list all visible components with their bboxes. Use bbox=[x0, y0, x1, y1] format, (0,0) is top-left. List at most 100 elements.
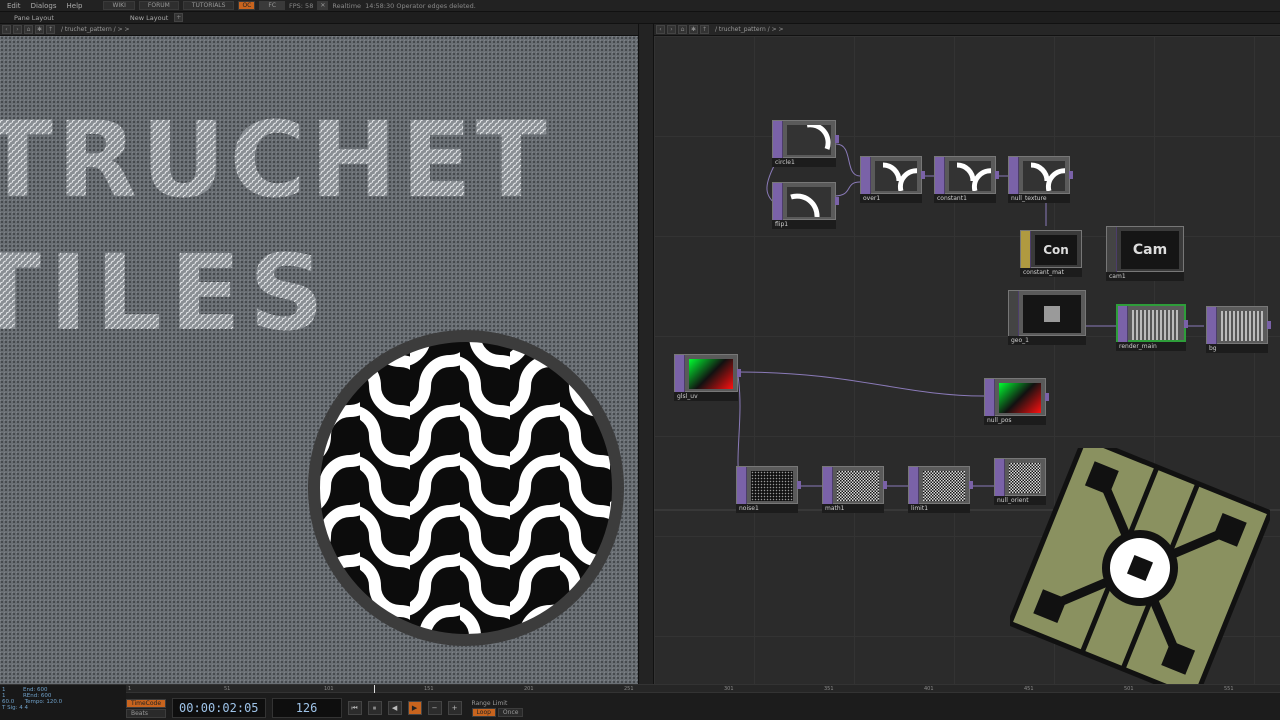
output-viewer[interactable]: TRUCHET TILES bbox=[0, 36, 638, 684]
oc-button[interactable]: OC bbox=[238, 1, 256, 10]
node-label: circle1 bbox=[772, 158, 836, 167]
realtime-label: Realtime bbox=[332, 1, 362, 10]
pane-divider[interactable] bbox=[638, 24, 654, 684]
timeline-info: 1 End: 600 1 REnd: 600 60.0 Tempo: 120.0… bbox=[0, 685, 126, 720]
playback-controls: TimeCode Beats 00:00:02:05 126 ⏮ ⏸ ◀ ▶ −… bbox=[126, 695, 726, 720]
timecode-field[interactable]: 00:00:02:05 bbox=[172, 698, 266, 718]
node-circle1[interactable]: circle1 bbox=[772, 120, 839, 170]
node-label: null_pos bbox=[984, 416, 1046, 425]
viewer-path: / truchet_pattern / > > bbox=[61, 26, 130, 33]
node-geo1[interactable]: geo_1 bbox=[1008, 290, 1086, 345]
menu-help[interactable]: Help bbox=[64, 2, 86, 10]
add-layout-button[interactable]: + bbox=[174, 13, 184, 22]
play-icon[interactable]: ▶ bbox=[407, 701, 422, 715]
node-label: cam1 bbox=[1106, 272, 1184, 281]
title-line-2: TILES bbox=[0, 232, 332, 354]
node-glsl-uv[interactable]: glsl_uv bbox=[674, 354, 741, 404]
node-label: geo_1 bbox=[1008, 336, 1086, 345]
node-label: glsl_uv bbox=[674, 392, 738, 401]
pin-icon[interactable]: ✱ bbox=[689, 25, 698, 34]
tutorials-button[interactable]: TUTORIALS bbox=[182, 1, 235, 10]
home-icon[interactable]: ⌂ bbox=[678, 25, 687, 34]
beats-toggle[interactable]: Beats bbox=[126, 708, 167, 718]
parent-icon[interactable]: ↑ bbox=[700, 25, 709, 34]
menu-dialogs[interactable]: Dialogs bbox=[28, 2, 60, 10]
menu-edit[interactable]: Edit bbox=[4, 2, 24, 10]
node-null-texture[interactable]: null_texture bbox=[1008, 156, 1073, 206]
node-label: limit1 bbox=[908, 504, 970, 513]
node-constant-mat[interactable]: Con constant_mat bbox=[1020, 230, 1082, 280]
step-back-icon[interactable]: ◀ bbox=[387, 701, 402, 715]
back-icon[interactable]: ‹ bbox=[2, 25, 11, 34]
network-pane-header: ‹ › ⌂ ✱ ↑ / truchet_pattern / > > bbox=[654, 24, 1280, 36]
new-layout-tab[interactable]: New Layout bbox=[130, 14, 168, 22]
node-text: Con bbox=[1043, 243, 1069, 257]
ruler-tick: 501 bbox=[1124, 686, 1134, 692]
node-cam1[interactable]: Cam cam1 bbox=[1106, 226, 1184, 281]
node-bg[interactable]: bg bbox=[1206, 306, 1271, 356]
ruler-tick: 51 bbox=[224, 686, 231, 692]
node-label: flip1 bbox=[772, 220, 836, 229]
playhead[interactable] bbox=[374, 685, 375, 693]
ruler-tick: 201 bbox=[524, 686, 534, 692]
network-path: / truchet_pattern / > > bbox=[715, 26, 784, 33]
tempo-value[interactable]: 120.0 bbox=[46, 699, 62, 705]
pane-layout-tab[interactable]: Pane Layout bbox=[14, 14, 54, 22]
node-limit1[interactable]: limit1 bbox=[908, 466, 973, 516]
node-label: math1 bbox=[822, 504, 884, 513]
title-line-1: TRUCHET bbox=[0, 99, 551, 221]
app-window: Edit Dialogs Help WIKI FORUM TUTORIALS O… bbox=[0, 0, 1280, 720]
plus-icon[interactable]: + bbox=[447, 701, 462, 715]
node-flip1[interactable]: flip1 bbox=[772, 182, 839, 232]
forward-icon[interactable]: › bbox=[13, 25, 22, 34]
parent-icon[interactable]: ↑ bbox=[46, 25, 55, 34]
node-text: Cam bbox=[1132, 242, 1168, 258]
pin-icon[interactable]: ✱ bbox=[35, 25, 44, 34]
tsig-label: T Sig: bbox=[2, 705, 18, 711]
range-limit-label: Range Limit bbox=[471, 699, 508, 707]
ruler-tick: 301 bbox=[724, 686, 734, 692]
ruler-tick: 551 bbox=[1224, 686, 1234, 692]
node-label: null_texture bbox=[1008, 194, 1070, 203]
app-logo-icon bbox=[1010, 448, 1270, 688]
status-message: 14:58:30 Operator edges deleted. bbox=[365, 1, 476, 10]
node-label: bg bbox=[1206, 344, 1268, 353]
viewer-pane-header: ‹ › ⌂ ✱ ↑ / truchet_pattern / > > bbox=[0, 24, 638, 36]
wiki-button[interactable]: WIKI bbox=[103, 1, 135, 10]
ruler-tick: 401 bbox=[924, 686, 934, 692]
timeline-bar: 1 End: 600 1 REnd: 600 60.0 Tempo: 120.0… bbox=[0, 684, 1280, 720]
frame-field[interactable]: 126 bbox=[271, 698, 342, 718]
rewind-icon[interactable]: ⏮ bbox=[347, 701, 362, 715]
node-null-pos[interactable]: null_pos bbox=[984, 378, 1049, 428]
node-math1[interactable]: math1 bbox=[822, 466, 887, 516]
node-noise1[interactable]: noise1 bbox=[736, 466, 801, 516]
forward-icon[interactable]: › bbox=[667, 25, 676, 34]
node-over1[interactable]: over1 bbox=[860, 156, 925, 206]
node-label: constant1 bbox=[934, 194, 996, 203]
home-icon[interactable]: ⌂ bbox=[24, 25, 33, 34]
fc-button[interactable]: FC bbox=[259, 1, 286, 10]
ruler-tick: 151 bbox=[424, 686, 434, 692]
node-label: constant_mat bbox=[1020, 268, 1082, 277]
loop-button[interactable]: Loop bbox=[471, 707, 496, 717]
ruler-tick: 251 bbox=[624, 686, 634, 692]
node-render-main[interactable]: render_main bbox=[1116, 304, 1188, 354]
ruler-tick: 451 bbox=[1024, 686, 1034, 692]
pause-icon[interactable]: ⏸ bbox=[367, 701, 382, 715]
node-label: over1 bbox=[860, 194, 922, 203]
node-constant1[interactable]: constant1 bbox=[934, 156, 999, 206]
forum-button[interactable]: FORUM bbox=[138, 1, 179, 10]
ruler-tick: 101 bbox=[324, 686, 334, 692]
truchet-render: TRUCHET TILES bbox=[0, 99, 624, 646]
node-label: render_main bbox=[1116, 342, 1186, 351]
minus-icon[interactable]: − bbox=[427, 701, 442, 715]
layout-bar: Pane Layout New Layout + bbox=[0, 12, 1280, 24]
ruler-tick: 1 bbox=[128, 686, 132, 692]
back-icon[interactable]: ‹ bbox=[656, 25, 665, 34]
timeline-ruler[interactable]: 1 51 101 151 201 251 301 351 401 451 501… bbox=[126, 685, 1280, 693]
menu-bar: Edit Dialogs Help WIKI FORUM TUTORIALS O… bbox=[0, 0, 1280, 12]
tsig-value[interactable]: 4 4 bbox=[19, 705, 28, 711]
timecode-toggle[interactable]: TimeCode bbox=[126, 698, 167, 708]
realtime-checkbox[interactable]: ✕ bbox=[317, 1, 329, 10]
once-button[interactable]: Once bbox=[497, 707, 524, 717]
